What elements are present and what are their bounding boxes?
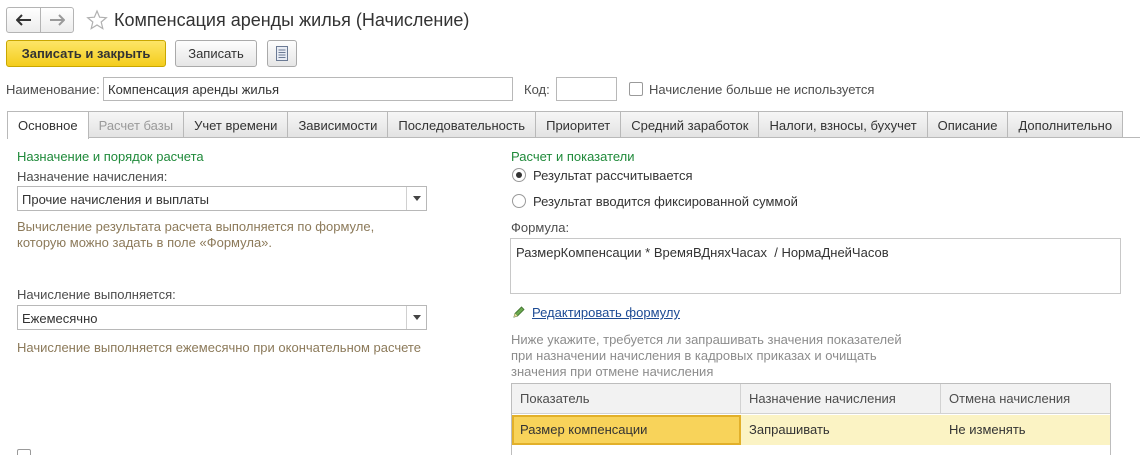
page-title: Компенсация аренды жилья (Начисление) xyxy=(114,9,470,30)
table-row[interactable]: Размер компенсации Запрашивать Не изменя… xyxy=(512,415,1110,445)
purpose-select[interactable]: Прочие начисления и выплаты xyxy=(17,186,427,211)
cell-indicator[interactable]: Размер компенсации xyxy=(512,415,741,445)
tab-description[interactable]: Описание xyxy=(926,111,1009,138)
arrow-left-icon xyxy=(15,14,31,26)
save-and-close-button[interactable]: Записать и закрыть xyxy=(6,40,166,67)
star-icon xyxy=(86,9,108,30)
indicators-hint-line-2: при назначении начисления в кадровых при… xyxy=(511,348,877,363)
tab-dependencies[interactable]: Зависимости xyxy=(287,111,389,138)
code-label: Код: xyxy=(524,82,550,97)
purpose-hint-line-2: которую можно задать в поле «Формула». xyxy=(17,235,273,250)
purpose-hint: Вычисление результата расчета выполняетс… xyxy=(17,219,374,251)
cell-cancel[interactable]: Не изменять xyxy=(941,415,1110,445)
tab-priority[interactable]: Приоритет xyxy=(535,111,622,138)
tab-additional[interactable]: Дополнительно xyxy=(1007,111,1124,138)
tab-base-calculation[interactable]: Расчет базы xyxy=(87,111,185,138)
bottom-checkbox[interactable] xyxy=(17,449,31,455)
radio-result-fixed[interactable] xyxy=(512,194,526,208)
tab-taxes[interactable]: Налоги, взносы, бухучет xyxy=(758,111,928,138)
tab-bar: Основное Расчет базы Учет времени Зависи… xyxy=(7,111,1124,139)
column-header-indicator[interactable]: Показатель xyxy=(512,384,741,414)
tab-divider xyxy=(7,137,1140,138)
title-bar: Компенсация аренды жилья (Начисление) xyxy=(6,6,469,34)
unused-label: Начисление больше не используется xyxy=(649,82,875,97)
chevron-down-icon[interactable] xyxy=(406,306,426,329)
radio-result-calculated-label: Результат рассчитывается xyxy=(533,168,693,183)
indicators-table: Показатель Назначение начисления Отмена … xyxy=(511,383,1111,455)
frequency-select[interactable]: Ежемесячно xyxy=(17,305,427,330)
tab-average-earnings[interactable]: Средний заработок xyxy=(620,111,760,138)
column-header-cancel[interactable]: Отмена начисления xyxy=(941,384,1110,414)
column-header-assignment[interactable]: Назначение начисления xyxy=(741,384,941,414)
purpose-label: Назначение начисления: xyxy=(17,169,168,184)
document-list-icon xyxy=(276,46,288,61)
navigation-buttons xyxy=(6,7,74,33)
frequency-value: Ежемесячно xyxy=(22,311,98,326)
frequency-hint: Начисление выполняется ежемесячно при ок… xyxy=(17,340,421,355)
back-button[interactable] xyxy=(7,8,40,32)
left-section-title: Назначение и порядок расчета xyxy=(17,149,204,164)
purpose-hint-line-1: Вычисление результата расчета выполняетс… xyxy=(17,219,375,234)
save-button[interactable]: Записать xyxy=(175,40,257,67)
more-actions-button[interactable] xyxy=(267,40,297,67)
chevron-down-icon[interactable] xyxy=(406,187,426,210)
right-section-title: Расчет и показатели xyxy=(511,149,635,164)
indicators-hint-line-1: Ниже укажите, требуется ли запрашивать з… xyxy=(511,332,902,347)
tab-main[interactable]: Основное xyxy=(7,111,89,139)
toolbar: Записать и закрыть Записать xyxy=(6,40,297,67)
frequency-label: Начисление выполняется: xyxy=(17,287,176,302)
forward-button[interactable] xyxy=(40,8,73,32)
indicators-hint-line-3: значения при отмене начисления xyxy=(511,364,714,379)
formula-label: Формула: xyxy=(511,220,570,235)
cell-assignment[interactable]: Запрашивать xyxy=(741,415,941,445)
purpose-value: Прочие начисления и выплаты xyxy=(22,192,209,207)
radio-result-calculated[interactable] xyxy=(512,168,526,182)
code-input[interactable] xyxy=(556,77,617,101)
arrow-right-icon xyxy=(50,14,65,26)
table-header: Показатель Назначение начисления Отмена … xyxy=(512,384,1110,414)
indicators-hint: Ниже укажите, требуется ли запрашивать з… xyxy=(511,332,902,380)
radio-result-fixed-label: Результат вводится фиксированной суммой xyxy=(533,194,798,209)
header-fields: Наименование: Компенсация аренды жилья К… xyxy=(0,77,1140,103)
name-label: Наименование: xyxy=(6,82,100,97)
formula-textarea[interactable]: РазмерКомпенсации * ВремяВДняхЧасах / Но… xyxy=(510,238,1121,294)
tab-sequence[interactable]: Последовательность xyxy=(387,111,537,138)
favorite-button[interactable] xyxy=(86,9,108,31)
unused-checkbox[interactable] xyxy=(629,82,643,96)
tab-time-accounting[interactable]: Учет времени xyxy=(183,111,289,138)
edit-formula-link[interactable]: Редактировать формулу xyxy=(532,305,680,320)
name-input[interactable]: Компенсация аренды жилья xyxy=(103,77,513,101)
pencil-icon xyxy=(513,306,525,318)
